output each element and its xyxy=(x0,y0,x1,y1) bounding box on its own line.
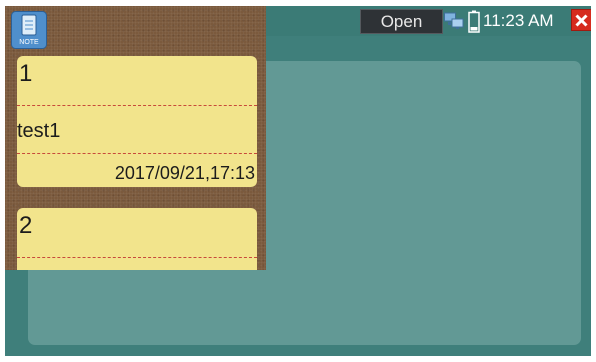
note-divider xyxy=(17,153,257,154)
network-icon xyxy=(444,12,464,29)
note-divider xyxy=(17,105,257,106)
note-panel: NOTE 1 test1 2017/09/21,17:13 2 xyxy=(5,6,266,270)
clock-time: 11:23 AM xyxy=(483,11,554,30)
note-text: test1 xyxy=(17,120,61,142)
device-screen: Open 11:23 AM NOTE 1 test1 2017/09/21,17… xyxy=(5,6,591,356)
close-button[interactable] xyxy=(571,9,591,31)
note-number: 1 xyxy=(19,60,33,87)
open-button[interactable]: Open xyxy=(360,9,443,34)
note-card[interactable]: 2 xyxy=(17,208,257,270)
note-number: 2 xyxy=(19,212,33,239)
close-icon xyxy=(575,13,588,27)
note-divider xyxy=(17,257,257,258)
note-app-icon-label: NOTE xyxy=(19,39,39,46)
note-card[interactable]: 1 test1 2017/09/21,17:13 xyxy=(17,56,257,187)
battery-icon xyxy=(468,10,480,33)
note-date: 2017/09/21,17:13 xyxy=(114,163,255,183)
note-app-icon[interactable]: NOTE xyxy=(11,11,47,49)
